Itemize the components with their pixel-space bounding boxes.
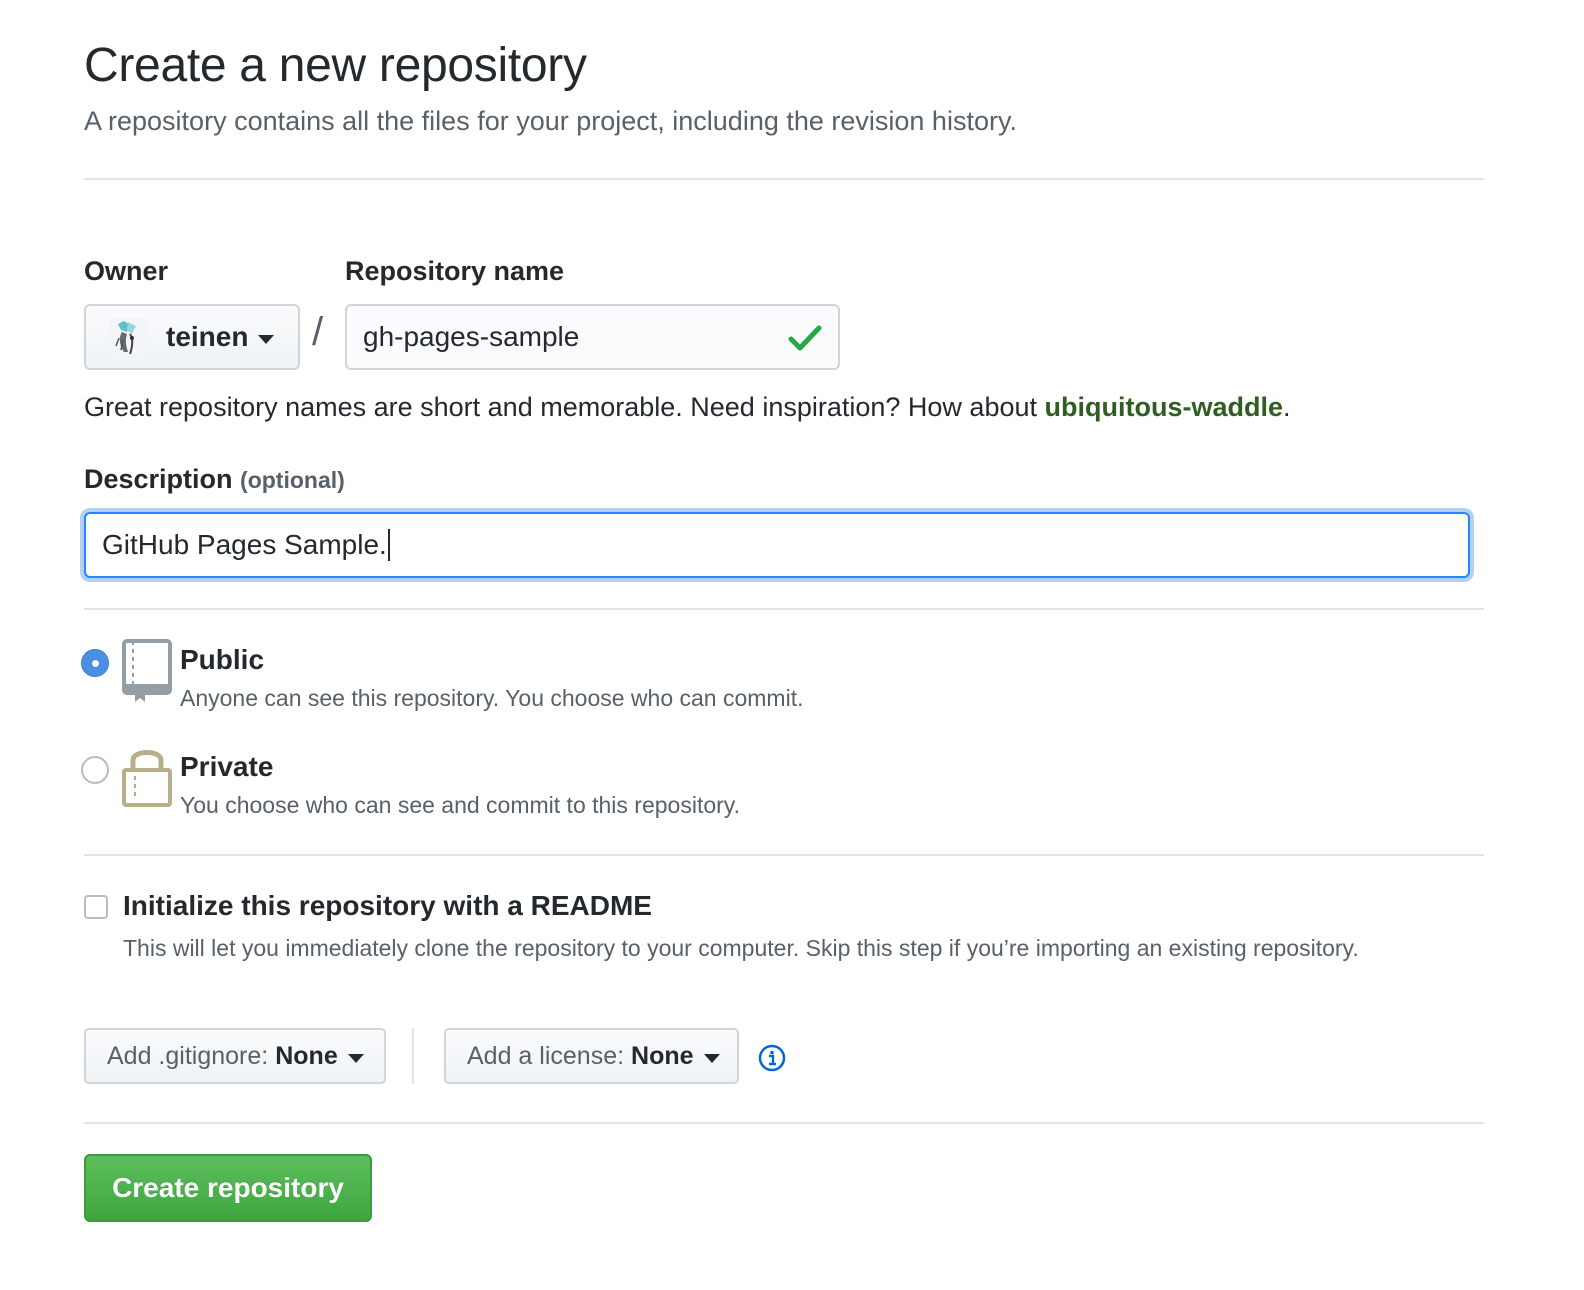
- license-value: None: [631, 1041, 694, 1070]
- create-repository-button[interactable]: Create repository: [84, 1154, 372, 1222]
- license-select[interactable]: Add a license: None: [444, 1028, 739, 1084]
- caret-down-icon: [258, 334, 275, 344]
- page-title: Create a new repository: [84, 39, 587, 92]
- caret-down-icon: [703, 1053, 720, 1063]
- license-label: Add a license:: [467, 1041, 625, 1070]
- repo-name-label: Repository name: [345, 256, 565, 286]
- owner-avatar: [110, 318, 148, 356]
- repo-name-input[interactable]: gh-pages-sample: [345, 304, 840, 370]
- check-icon: [788, 325, 822, 351]
- inspiration-text: Great repository names are short and mem…: [84, 392, 1045, 422]
- readme-title: Initialize this repository with a README: [123, 890, 652, 921]
- owner-select[interactable]: teinen: [84, 304, 300, 370]
- readme-checkbox[interactable]: [84, 895, 108, 919]
- header-divider: [84, 178, 1484, 180]
- page-subtitle: A repository contains all the files for …: [84, 106, 1017, 136]
- readme-note: This will let you immediately clone the …: [123, 935, 1359, 961]
- owner-label: Owner: [84, 256, 169, 286]
- lock-icon: [122, 750, 172, 807]
- visibility-divider: [84, 608, 1484, 610]
- owner-repo-separator: /: [312, 310, 324, 354]
- submit-divider: [84, 1122, 1484, 1124]
- suggestion-link[interactable]: ubiquitous-waddle: [1045, 392, 1283, 422]
- owner-name: teinen: [166, 321, 249, 352]
- public-note: Anyone can see this repository. You choo…: [180, 685, 804, 711]
- info-icon[interactable]: [758, 1044, 786, 1072]
- text-cursor: [387, 529, 390, 561]
- optional-tag: (optional): [240, 467, 345, 493]
- private-note: You choose who can see and commit to thi…: [180, 792, 740, 818]
- public-title: Public: [180, 644, 265, 675]
- name-inspiration: Great repository names are short and mem…: [84, 392, 1291, 423]
- description-value: GitHub Pages Sample.: [102, 529, 387, 560]
- gitignore-value: None: [275, 1041, 338, 1070]
- description-label: Description (optional): [84, 464, 345, 495]
- repo-name-value: gh-pages-sample: [363, 321, 580, 352]
- radio-private[interactable]: [81, 756, 109, 784]
- radio-public[interactable]: [81, 649, 109, 677]
- gitignore-label: Add .gitignore:: [107, 1041, 269, 1070]
- private-title: Private: [180, 751, 274, 782]
- description-input[interactable]: GitHub Pages Sample.: [84, 512, 1470, 578]
- select-separator: [412, 1028, 414, 1084]
- readme-divider: [84, 854, 1484, 856]
- caret-down-icon: [347, 1053, 364, 1063]
- repo-icon: [122, 639, 172, 702]
- description-label-text: Description: [84, 464, 233, 494]
- inspiration-end: .: [1282, 392, 1291, 422]
- gitignore-select[interactable]: Add .gitignore: None: [84, 1028, 386, 1084]
